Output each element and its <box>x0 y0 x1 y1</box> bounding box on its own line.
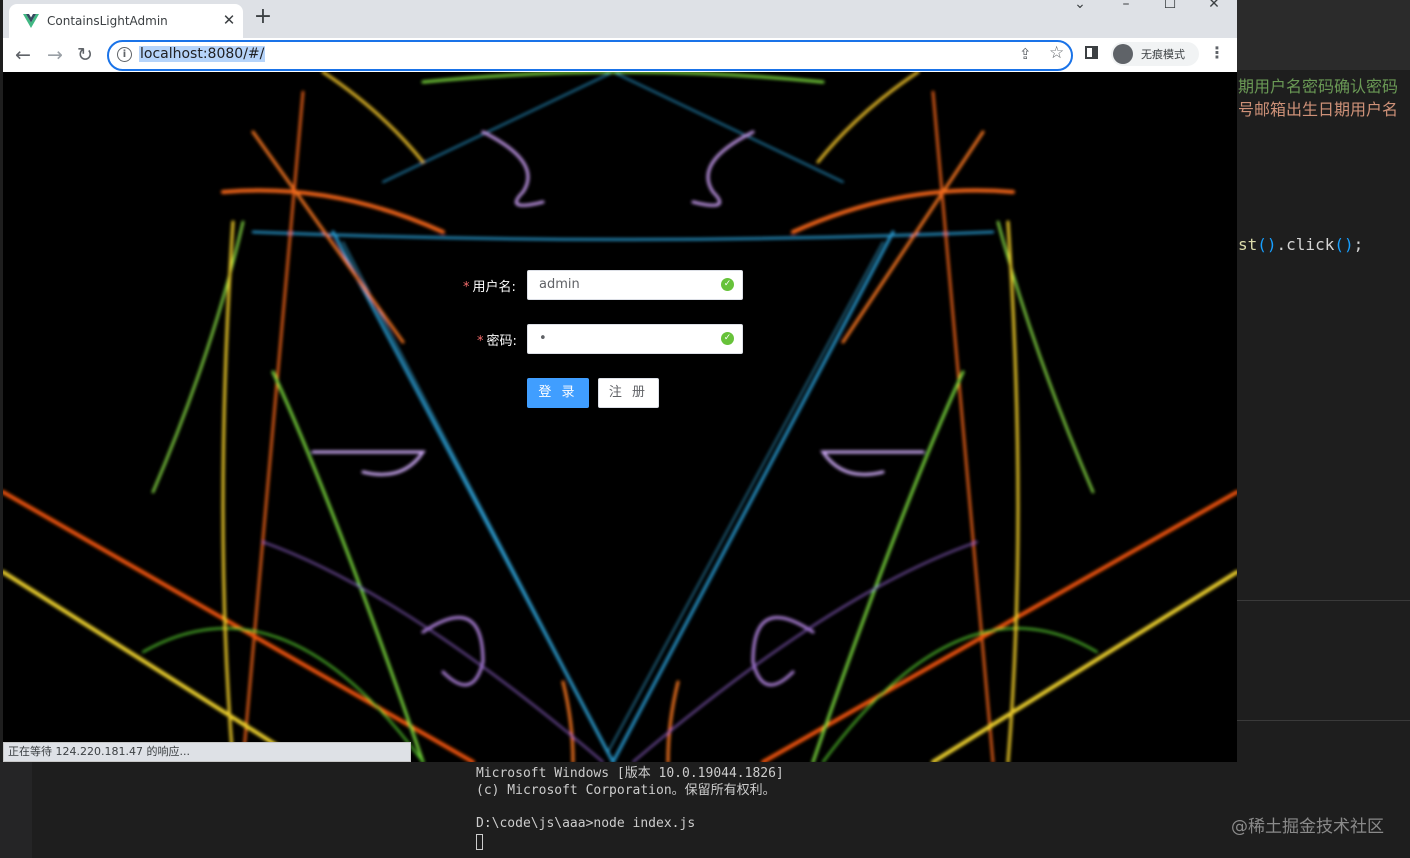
code-token: st <box>1238 235 1258 254</box>
address-bar[interactable]: i localhost:8080/#/ ⇪ ☆ <box>107 40 1073 71</box>
incognito-icon <box>1113 44 1133 64</box>
editor-code-line: 期用户名密码确认密码 <box>1238 77 1399 96</box>
chevron-down-icon[interactable]: ⌄ <box>1065 0 1095 16</box>
password-form-item: * 密码: • ✓ <box>3 324 1237 354</box>
browser-window: ContainsLightAdmin ✕ + ⌄ – ☐ ✕ ← → ↻ i l… <box>3 0 1237 762</box>
username-form-item: * 用户名: admin ✓ <box>3 270 1237 300</box>
tab-title: ContainsLightAdmin <box>47 14 168 28</box>
required-mark: * <box>477 334 484 349</box>
reload-icon[interactable]: ↻ <box>73 43 97 67</box>
activity-bar <box>0 762 32 858</box>
password-input[interactable]: • ✓ <box>527 324 743 354</box>
plus-icon[interactable]: + <box>251 6 275 30</box>
share-icon[interactable]: ⇪ <box>1019 45 1032 63</box>
terminal-line: (c) Microsoft Corporation。保留所有权利。 <box>476 783 776 798</box>
check-circle-icon: ✓ <box>721 278 734 291</box>
minimize-icon[interactable]: – <box>1111 0 1141 16</box>
username-input[interactable]: admin ✓ <box>527 270 743 300</box>
terminal-line: D:\code\js\aaa>node index.js <box>476 816 696 831</box>
page-viewport: * 用户名: admin ✓ * 密码: • ✓ 登 录 注 册 <box>3 72 1237 762</box>
check-circle-icon: ✓ <box>721 332 734 345</box>
window-close-icon[interactable]: ✕ <box>1199 0 1229 16</box>
incognito-profile-button[interactable]: 无痕模式 <box>1111 42 1199 66</box>
code-token: () <box>1334 235 1354 254</box>
password-label-text: 密码: <box>486 334 517 349</box>
vue-logo-icon <box>23 14 39 28</box>
username-label: * 用户名: <box>463 276 516 295</box>
profile-label: 无痕模式 <box>1141 48 1185 61</box>
code-token: .click <box>1276 235 1335 254</box>
username-label-text: 用户名: <box>472 280 516 295</box>
browser-tab[interactable]: ContainsLightAdmin ✕ <box>9 4 243 38</box>
browser-toolbar: ← → ↻ i localhost:8080/#/ ⇪ ☆ 无痕模式 ⋮ <box>3 38 1237 72</box>
back-arrow-icon[interactable]: ← <box>11 43 35 67</box>
code-token: () <box>1257 235 1277 254</box>
terminal-panel[interactable]: Microsoft Windows [版本 10.0.19044.1826] (… <box>32 762 1410 858</box>
panel-divider <box>1237 720 1410 721</box>
register-button[interactable]: 注 册 <box>598 378 659 408</box>
username-value: admin <box>539 277 580 292</box>
terminal-cursor <box>476 834 483 850</box>
password-label: * 密码: <box>477 330 517 349</box>
background-art <box>3 72 1237 762</box>
tab-bar: ContainsLightAdmin ✕ + ⌄ – ☐ ✕ <box>3 0 1237 38</box>
kebab-menu-icon[interactable]: ⋮ <box>1209 43 1225 62</box>
watermark: @稀土掘金技术社区 <box>1231 817 1384 837</box>
side-panel-icon[interactable] <box>1085 46 1098 59</box>
status-bubble: 正在等待 124.220.181.47 的响应... <box>3 742 411 762</box>
editor-tab-strip <box>1237 0 1410 70</box>
maximize-icon[interactable]: ☐ <box>1155 0 1185 16</box>
star-icon[interactable]: ☆ <box>1049 43 1064 63</box>
password-value: • <box>539 331 547 346</box>
close-icon[interactable]: ✕ <box>219 10 239 30</box>
required-mark: * <box>463 280 470 295</box>
editor-code-line: 号邮箱出生日期用户名 <box>1238 100 1399 119</box>
info-icon[interactable]: i <box>117 47 132 62</box>
url-text[interactable]: localhost:8080/#/ <box>139 46 266 62</box>
login-button[interactable]: 登 录 <box>527 378 589 408</box>
code-token: ; <box>1353 235 1364 254</box>
panel-divider <box>1237 600 1410 601</box>
forward-arrow-icon[interactable]: → <box>43 43 67 67</box>
editor-code-line: st().click(); <box>1238 235 1363 254</box>
